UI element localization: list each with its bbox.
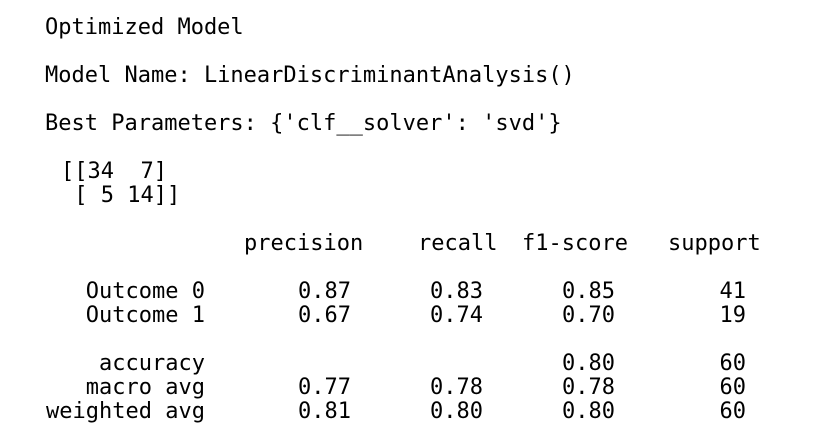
row-label-outcome-1: Outcome 1 [85, 303, 205, 328]
summary-label-macro-avg: macro avg [85, 375, 205, 400]
header-f1-score: f1-score [522, 231, 628, 256]
summary-precision-macro-avg: 0.77 [298, 375, 351, 400]
row-support-outcome-0: 41 [719, 279, 747, 304]
output-title: Optimized Model [45, 15, 244, 40]
summary-f1-accuracy: 0.80 [562, 351, 615, 376]
row-support-outcome-1: 19 [719, 303, 747, 328]
best-parameters-line: Best Parameters: {'clf__solver': 'svd'} [45, 111, 562, 136]
row-label-outcome-0: Outcome 0 [85, 279, 205, 304]
summary-precision-weighted-avg: 0.81 [298, 399, 351, 424]
summary-support-accuracy: 60 [719, 351, 747, 376]
summary-f1-weighted-avg: 0.80 [562, 399, 615, 424]
row-precision-outcome-1: 0.67 [298, 303, 351, 328]
summary-support-weighted-avg: 60 [719, 399, 747, 424]
summary-f1-macro-avg: 0.78 [562, 375, 615, 400]
row-recall-outcome-1: 0.74 [430, 303, 483, 328]
header-precision: precision [244, 231, 364, 256]
summary-label-weighted-avg: weighted avg [46, 399, 205, 424]
row-precision-outcome-0: 0.87 [298, 279, 351, 304]
model-name-line: Model Name: LinearDiscriminantAnalysis() [45, 63, 575, 88]
summary-recall-weighted-avg: 0.80 [430, 399, 483, 424]
row-f1-outcome-0: 0.85 [562, 279, 615, 304]
header-support: support [668, 231, 761, 256]
confusion-matrix-row-0: [[34 7] [61, 159, 167, 184]
summary-recall-macro-avg: 0.78 [430, 375, 483, 400]
summary-support-macro-avg: 60 [719, 375, 747, 400]
row-recall-outcome-0: 0.83 [430, 279, 483, 304]
summary-label-accuracy: accuracy [99, 351, 205, 376]
header-recall: recall [418, 231, 498, 256]
confusion-matrix-row-1: [ 5 14]] [61, 183, 181, 208]
row-f1-outcome-1: 0.70 [562, 303, 615, 328]
